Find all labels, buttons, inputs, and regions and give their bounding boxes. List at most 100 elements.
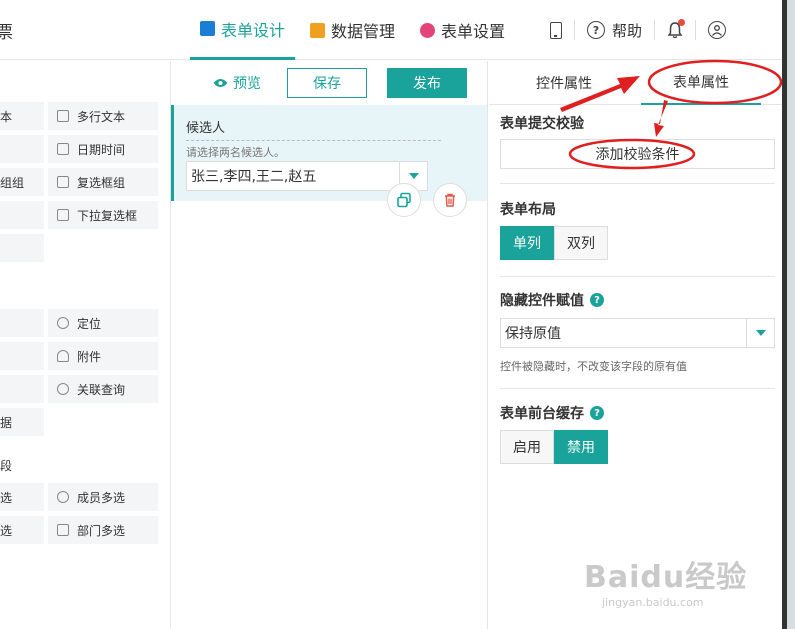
divider	[500, 183, 775, 184]
mobile-preview-icon[interactable]	[550, 21, 562, 39]
bell-icon[interactable]	[667, 19, 686, 39]
field-hint: 请选择两名候选人。	[186, 146, 285, 159]
form-design-icon	[200, 21, 215, 36]
palette-item-location[interactable]: 定位	[48, 309, 158, 337]
divider	[500, 388, 775, 389]
palette-item[interactable]	[0, 309, 44, 337]
top-bar: 票 表单设计 数据管理 表单设置 ? 帮助	[0, 0, 782, 60]
layout-two-column[interactable]: 双列	[554, 226, 608, 260]
cache-enable[interactable]: 启用	[500, 430, 554, 464]
palette-item[interactable]	[0, 342, 44, 370]
cache-toggle: 启用 禁用	[500, 430, 608, 464]
app-title: 票	[0, 23, 13, 43]
properties-panel: 控件属性 表单属性 表单提交校验 添加校验条件 表单布局 单列 双列 隐藏控件赋…	[489, 61, 782, 629]
palette-item-label: 部门多选	[77, 523, 126, 538]
hidden-value-select-value: 保持原值	[505, 326, 561, 342]
palette-item[interactable]: 选	[0, 516, 44, 544]
help-icon[interactable]: ?	[587, 21, 605, 39]
palette-item-label: 日期时间	[77, 142, 126, 157]
palette-item[interactable]	[0, 234, 44, 262]
user-icon[interactable]	[708, 21, 727, 39]
search-link-icon	[57, 383, 69, 395]
location-icon	[57, 317, 69, 329]
tab-data-management[interactable]: 数据管理	[310, 0, 395, 60]
hidden-value-select[interactable]: 保持原值	[500, 318, 775, 348]
component-palette: 本 多行文本 日期时间 组组 复选框组 下拉复选框 定位 附件 关联查询 据 段…	[0, 61, 171, 629]
hidden-value-note: 控件被隐藏时，不改变该字段的原有值	[500, 360, 687, 373]
preview-label: 预览	[233, 76, 261, 92]
save-button[interactable]: 保存	[287, 68, 367, 98]
list-icon	[57, 209, 69, 221]
form-canvas: 预览 保存 发布 候选人 请选择两名候选人。 张三,李四,王二,赵五	[171, 61, 488, 629]
cloud-icon	[57, 350, 69, 362]
delete-field-button[interactable]	[433, 183, 467, 217]
palette-item-members-multi[interactable]: 成员多选	[48, 483, 158, 511]
candidate-select-value: 张三,李四,王二,赵五	[191, 169, 317, 185]
baidu-watermark-logo: Baidu经验 jingyan.baidu.com	[584, 552, 747, 609]
form-layout-title: 表单布局	[500, 202, 556, 218]
palette-item[interactable]: 据	[0, 408, 44, 436]
palette-item-label: 组组	[0, 175, 25, 190]
tab-data-management-label: 数据管理	[331, 22, 396, 41]
divider	[186, 140, 441, 141]
palette-item[interactable]: 组组	[0, 168, 44, 196]
preview-button[interactable]: 预览	[213, 68, 261, 98]
help-icon[interactable]: ?	[590, 406, 604, 420]
trash-icon	[445, 193, 455, 207]
cache-title: 表单前台缓存 ?	[500, 403, 604, 423]
palette-item[interactable]: 本	[0, 102, 44, 130]
help-label[interactable]: 帮助	[612, 20, 642, 41]
palette-item-related-query[interactable]: 关联查询	[48, 375, 158, 403]
palette-section-title: 段	[0, 459, 13, 473]
gear-icon	[420, 22, 435, 38]
palette-item[interactable]	[0, 375, 44, 403]
watermark-logo: Baidu经验	[584, 560, 748, 595]
palette-item-departments-multi[interactable]: 部门多选	[48, 516, 158, 544]
notification-dot	[678, 19, 686, 26]
palette-item-dropdown-checkbox[interactable]: 下拉复选框	[48, 201, 158, 229]
org-chart-icon	[57, 524, 69, 536]
palette-item-label: 选	[0, 523, 13, 538]
checkbox-icon	[57, 176, 69, 188]
tab-form-design[interactable]: 表单设计	[190, 0, 296, 60]
submit-check-title: 表单提交校验	[500, 116, 584, 132]
textarea-icon	[57, 110, 69, 122]
palette-item-checkbox-group[interactable]: 复选框组	[48, 168, 158, 196]
tab-form-properties[interactable]: 表单属性	[641, 61, 761, 105]
palette-item-label: 附件	[77, 349, 102, 364]
tab-form-design-label: 表单设计	[221, 20, 286, 40]
palette-item-label: 定位	[77, 316, 102, 331]
divider	[695, 20, 697, 40]
copy-field-button[interactable]	[387, 183, 421, 217]
palette-item[interactable]	[0, 135, 44, 163]
cache-disable[interactable]: 禁用	[554, 430, 608, 464]
field-label: 候选人	[186, 121, 226, 136]
divider	[500, 276, 775, 277]
palette-item-datetime[interactable]: 日期时间	[48, 135, 158, 163]
palette-item-attachment[interactable]: 附件	[48, 342, 158, 370]
palette-item-label: 选	[0, 490, 13, 505]
canvas-toolbar: 预览 保存 发布	[171, 61, 488, 105]
layout-single-column[interactable]: 单列	[500, 226, 554, 260]
divider	[654, 20, 656, 40]
copy-icon	[397, 192, 411, 208]
chart-icon	[310, 22, 325, 38]
palette-item-label: 本	[0, 109, 13, 124]
palette-item-label: 下拉复选框	[77, 208, 138, 223]
tab-form-settings[interactable]: 表单设置	[420, 0, 505, 60]
help-icon[interactable]: ?	[590, 293, 604, 307]
users-icon	[57, 491, 69, 503]
tab-control-properties[interactable]: 控件属性	[529, 61, 599, 105]
chevron-down-icon[interactable]	[746, 319, 774, 347]
eye-icon	[213, 79, 228, 87]
palette-item[interactable]: 选	[0, 483, 44, 511]
palette-item[interactable]	[0, 201, 44, 229]
palette-item-multiline-text[interactable]: 多行文本	[48, 102, 158, 130]
hidden-value-title: 隐藏控件赋值 ?	[500, 290, 604, 310]
top-actions: ? 帮助	[550, 0, 727, 60]
publish-button[interactable]: 发布	[387, 68, 467, 98]
add-validation-rule-button[interactable]: 添加校验条件	[500, 139, 775, 169]
hidden-value-title-text: 隐藏控件赋值	[500, 293, 584, 309]
palette-item-label: 成员多选	[77, 490, 126, 505]
properties-tabs: 控件属性 表单属性	[489, 61, 782, 105]
